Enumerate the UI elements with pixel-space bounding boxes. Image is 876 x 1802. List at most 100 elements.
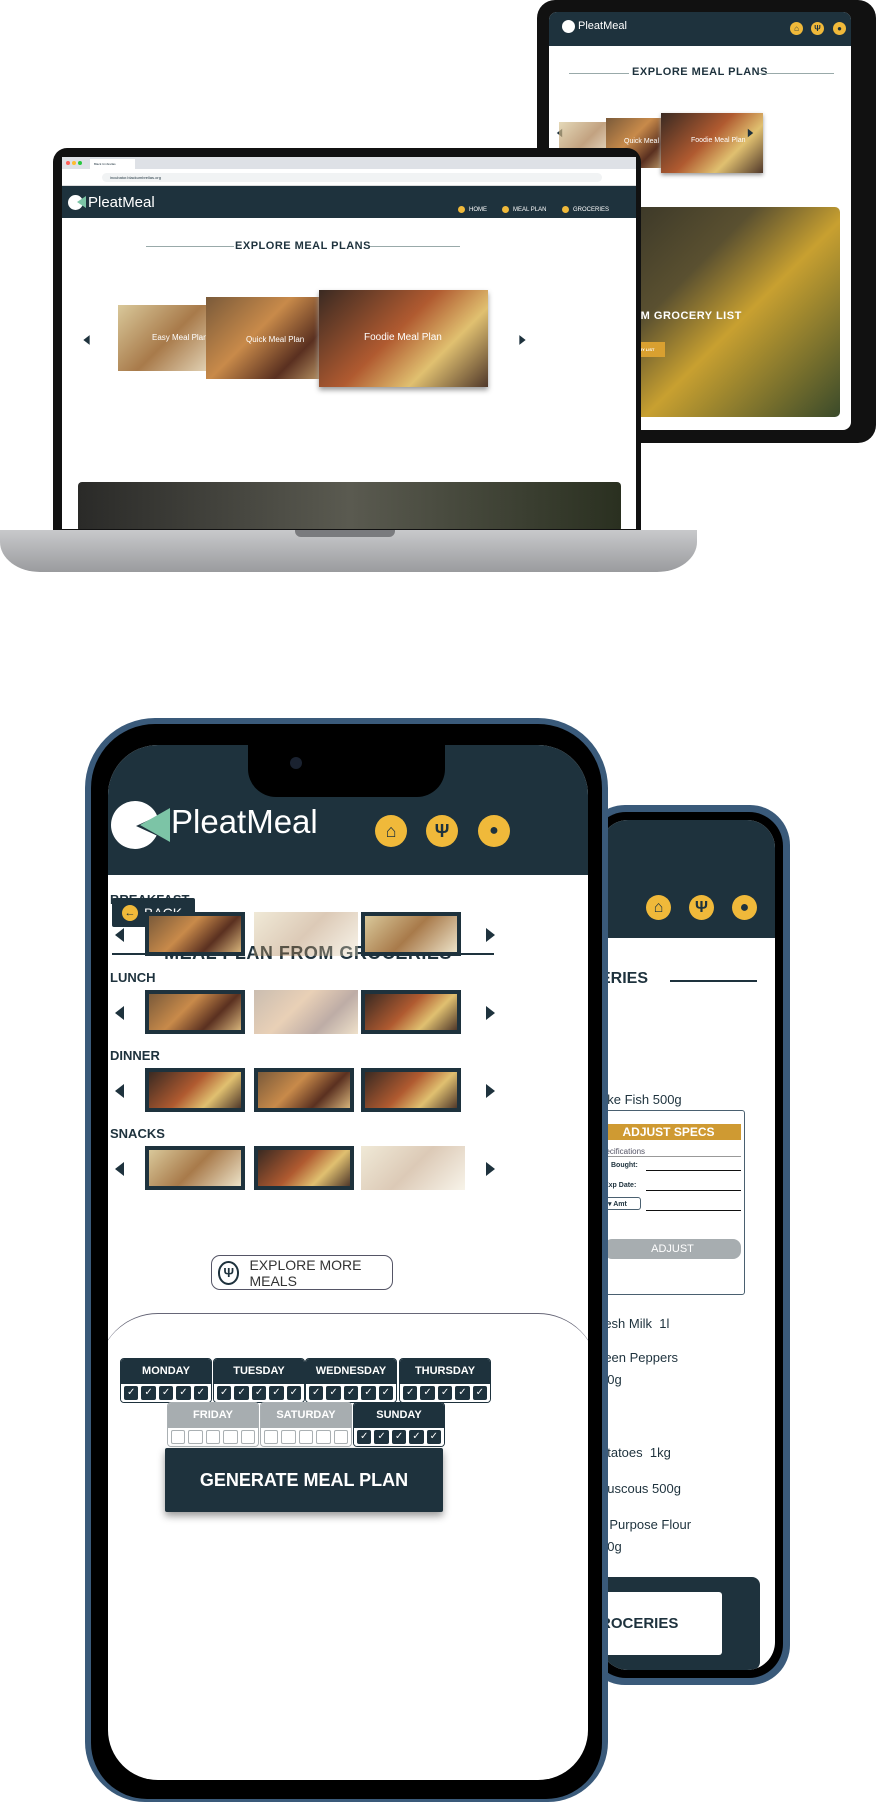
day-meal-checkbox[interactable]: ✓ xyxy=(217,1386,232,1400)
bought-input[interactable] xyxy=(646,1170,741,1171)
home-icon[interactable]: ⌂ xyxy=(646,895,671,920)
meal-row-next[interactable] xyxy=(486,1162,495,1176)
day-meal-checkbox[interactable] xyxy=(264,1430,279,1444)
meal-image[interactable] xyxy=(361,912,461,956)
day-meal-checkbox[interactable]: ✓ xyxy=(420,1386,435,1400)
day-meal-checkbox[interactable]: ✓ xyxy=(426,1430,442,1444)
day-meal-checkbox[interactable]: ✓ xyxy=(269,1386,284,1400)
day-meal-checkbox[interactable]: ✓ xyxy=(403,1386,418,1400)
meal-row-prev[interactable] xyxy=(115,1006,124,1020)
day-meal-checkbox[interactable]: ✓ xyxy=(357,1430,372,1444)
day-meal-checkbox[interactable]: ✓ xyxy=(455,1386,470,1400)
meal-image[interactable] xyxy=(254,990,358,1034)
meal-image[interactable] xyxy=(254,912,358,956)
url-input[interactable]: incubator.blackumbrellas.org xyxy=(102,173,602,182)
exp-date-input[interactable] xyxy=(646,1190,741,1191)
meal-image[interactable] xyxy=(361,990,461,1034)
minimize-window-button[interactable] xyxy=(72,161,76,165)
explore-more-button[interactable]: Ψ EXPLORE MORE MEALS xyxy=(211,1255,393,1290)
day-selector[interactable]: FRIDAY xyxy=(167,1402,259,1447)
day-label: SATURDAY xyxy=(261,1403,351,1428)
day-meal-checkbox[interactable] xyxy=(205,1430,221,1444)
grocery-item[interactable]: ll Purpose Flour xyxy=(600,1517,691,1532)
amount-input[interactable] xyxy=(646,1210,741,1211)
groceries-button[interactable]: ROCERIES xyxy=(600,1592,722,1655)
day-meal-checkbox[interactable] xyxy=(298,1430,314,1444)
day-meal-checkbox[interactable]: ✓ xyxy=(409,1430,424,1444)
browser-tab[interactable]: Black Umbrellas xyxy=(90,159,135,169)
day-meal-checkbox[interactable]: ✓ xyxy=(176,1386,191,1400)
day-meal-checkbox[interactable]: ✓ xyxy=(326,1386,341,1400)
meal-image[interactable] xyxy=(254,1068,354,1112)
day-meal-checkbox[interactable]: ✓ xyxy=(234,1386,249,1400)
amount-dropdown[interactable]: ▾ Amt xyxy=(604,1197,641,1210)
meal-row-next[interactable] xyxy=(486,928,495,942)
meal-row-next[interactable] xyxy=(486,1084,495,1098)
day-meal-checkbox[interactable]: ✓ xyxy=(158,1386,174,1400)
grocery-item[interactable]: reen Peppers xyxy=(600,1350,678,1365)
carousel-prev[interactable] xyxy=(83,335,90,345)
grocery-item[interactable]: ouscous 500g xyxy=(600,1481,681,1496)
home-icon[interactable]: ⌂ xyxy=(375,815,407,847)
day-meal-checkbox[interactable] xyxy=(281,1430,296,1444)
meal-icon[interactable]: Ψ xyxy=(426,815,458,847)
day-meal-checkbox[interactable] xyxy=(240,1430,256,1444)
day-selector[interactable]: SATURDAY xyxy=(260,1402,352,1447)
grocery-item[interactable]: resh Milk 1l xyxy=(600,1316,669,1331)
day-meal-checkbox[interactable]: ✓ xyxy=(141,1386,156,1400)
maximize-window-button[interactable] xyxy=(78,161,82,165)
home-icon[interactable]: ⌂ xyxy=(790,22,803,35)
day-meal-checkbox[interactable]: ✓ xyxy=(193,1386,209,1400)
meal-image[interactable] xyxy=(361,1146,465,1190)
day-meal-checkbox[interactable] xyxy=(333,1430,349,1444)
grocery-item[interactable]: ake Fish 500g xyxy=(600,1092,682,1107)
nav-home[interactable]: HOME xyxy=(458,206,487,213)
laptop-base xyxy=(0,530,697,572)
meal-icon[interactable]: Ψ xyxy=(689,895,714,920)
meal-image[interactable] xyxy=(145,990,245,1034)
carousel-next[interactable] xyxy=(519,335,526,345)
day-selector[interactable]: SUNDAY ✓ ✓ ✓ ✓ ✓ xyxy=(353,1402,445,1447)
plan-card-foodie[interactable]: Foodie Meal Plan xyxy=(319,290,488,387)
meal-image[interactable] xyxy=(145,912,245,956)
day-selector[interactable]: TUESDAY ✓ ✓ ✓ ✓ ✓ xyxy=(213,1358,305,1403)
day-meal-checkbox[interactable]: ✓ xyxy=(374,1430,389,1444)
day-meal-checkbox[interactable] xyxy=(223,1430,238,1444)
meal-row-prev[interactable] xyxy=(115,928,124,942)
groceries-icon[interactable]: ● xyxy=(732,895,757,920)
groceries-icon[interactable]: ● xyxy=(478,815,510,847)
day-meal-checkbox[interactable]: ✓ xyxy=(472,1386,488,1400)
day-meal-checkbox[interactable] xyxy=(316,1430,331,1444)
day-meal-checkbox[interactable] xyxy=(188,1430,203,1444)
day-meal-checkbox[interactable]: ✓ xyxy=(124,1386,139,1400)
day-meal-checkbox[interactable]: ✓ xyxy=(378,1386,394,1400)
day-selector[interactable]: WEDNESDAY ✓ ✓ ✓ ✓ ✓ xyxy=(305,1358,397,1403)
meal-row-next[interactable] xyxy=(486,1006,495,1020)
groceries-icon[interactable]: ● xyxy=(833,22,846,35)
day-selector[interactable]: MONDAY ✓ ✓ ✓ ✓ ✓ xyxy=(120,1358,212,1403)
day-meal-checkbox[interactable]: ✓ xyxy=(309,1386,324,1400)
meal-image[interactable] xyxy=(145,1146,245,1190)
adjust-button[interactable]: ADJUST xyxy=(604,1239,741,1259)
day-meal-checkbox[interactable]: ✓ xyxy=(437,1386,453,1400)
meal-icon[interactable]: Ψ xyxy=(811,22,824,35)
day-meal-checkbox[interactable]: ✓ xyxy=(343,1386,359,1400)
meal-image[interactable] xyxy=(361,1068,461,1112)
day-meal-checkbox[interactable]: ✓ xyxy=(251,1386,267,1400)
nav-groceries[interactable]: GROCERIES xyxy=(562,206,609,213)
day-meal-checkbox[interactable]: ✓ xyxy=(286,1386,302,1400)
meal-image[interactable] xyxy=(145,1068,245,1112)
day-meal-checkbox[interactable]: ✓ xyxy=(391,1430,407,1444)
day-meal-checkbox[interactable] xyxy=(171,1430,186,1444)
day-selector[interactable]: THURSDAY ✓ ✓ ✓ ✓ ✓ xyxy=(399,1358,491,1403)
grocery-item[interactable]: otatoes 1kg xyxy=(600,1445,671,1460)
meal-image[interactable] xyxy=(254,1146,354,1190)
plan-card-foodie[interactable]: Foodie Meal Plan xyxy=(661,113,763,173)
meal-row-prev[interactable] xyxy=(115,1162,124,1176)
generate-meal-plan-button[interactable]: GENERATE MEAL PLAN xyxy=(165,1448,443,1512)
close-window-button[interactable] xyxy=(66,161,70,165)
nav-meal-plan[interactable]: MEAL PLAN xyxy=(502,206,546,213)
day-meal-checkbox[interactable]: ✓ xyxy=(361,1386,376,1400)
meal-row-prev[interactable] xyxy=(115,1084,124,1098)
carousel-next[interactable] xyxy=(747,128,754,138)
